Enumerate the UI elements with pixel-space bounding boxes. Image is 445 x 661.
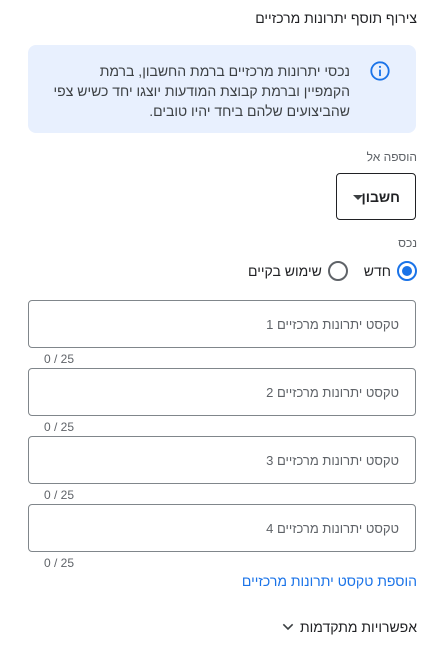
character-counter: 0 / 25 [44,420,75,434]
radio-option-use-existing[interactable]: שימוש בקיים [248,261,348,281]
advanced-options-label: אפשרויות מתקדמות [299,619,417,635]
key-benefit-text-field-2[interactable]: טקסט יתרונות מרכזיים 2 [28,368,416,416]
character-counter: 0 / 25 [44,488,75,502]
text-field-placeholder: טקסט יתרונות מרכזיים 2 [266,385,399,400]
add-to-selected-value: חשבון [361,189,401,205]
add-key-benefit-text-link[interactable]: הוספת טקסט יתרונות מרכזיים [242,573,417,589]
advanced-options-toggle[interactable]: אפשרויות מתקדמות [280,618,417,636]
info-banner: נכסי יתרונות מרכזיים ברמת החשבון, ברמת ה… [28,45,416,133]
info-text: נכסי יתרונות מרכזיים ברמת החשבון, ברמת ה… [53,63,350,119]
key-benefit-text-field-1[interactable]: טקסט יתרונות מרכזיים 1 [28,300,416,348]
info-icon [370,61,390,81]
section-title: צירוף תוסף יתרונות מרכזיים [255,10,417,26]
character-counter: 0 / 25 [44,352,75,366]
key-benefit-text-field-3[interactable]: טקסט יתרונות מרכזיים 3 [28,436,416,484]
add-to-select[interactable]: חשבון [336,173,416,220]
character-counter: 0 / 25 [44,556,75,570]
radio-option-new[interactable]: חדש [364,261,417,281]
text-field-placeholder: טקסט יתרונות מרכזיים 3 [266,453,399,468]
radio-label-new: חדש [363,263,391,279]
chevron-down-icon [282,623,294,631]
asset-radio-group: חדש שימוש בקיים [248,259,417,283]
radio-label-use-existing: שימוש בקיים [248,263,322,279]
text-field-placeholder: טקסט יתרונות מרכזיים 1 [266,317,399,332]
add-to-label: הוספה אל [366,150,417,164]
key-benefit-text-field-4[interactable]: טקסט יתרונות מרכזיים 4 [28,504,416,552]
radio-button-new[interactable] [397,261,417,281]
asset-label: נכס [398,236,417,250]
text-field-placeholder: טקסט יתרונות מרכזיים 4 [266,521,399,536]
radio-button-use-existing[interactable] [327,261,348,281]
